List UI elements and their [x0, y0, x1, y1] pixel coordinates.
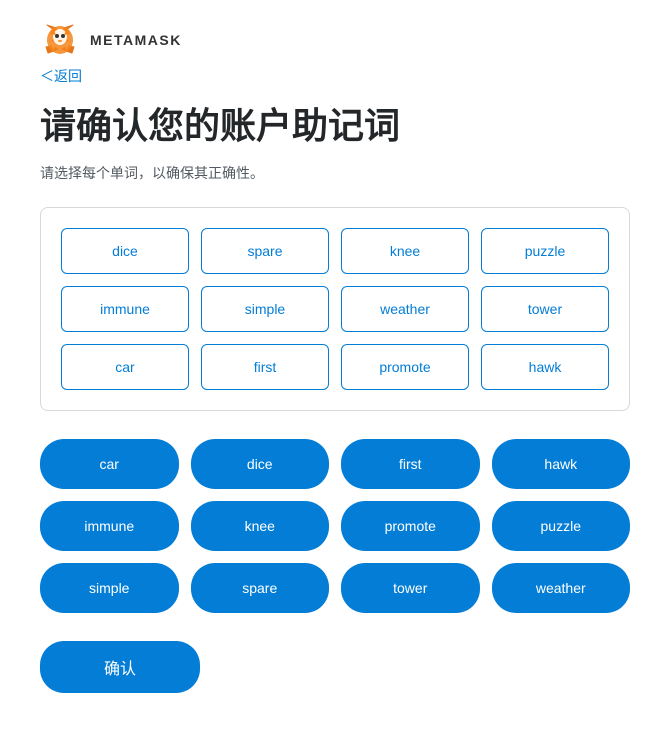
- selected-word-button[interactable]: spare: [191, 563, 330, 613]
- word-slot[interactable]: spare: [201, 228, 329, 274]
- back-link[interactable]: ＜返回: [40, 66, 82, 86]
- word-grid: dice spare knee puzzle immune simple weather to…: [61, 228, 609, 390]
- selected-word-button[interactable]: first: [341, 439, 480, 489]
- confirm-button[interactable]: 确认: [40, 641, 200, 693]
- header: METAMASK: [40, 20, 630, 60]
- word-slot[interactable]: promote: [341, 344, 469, 390]
- selected-word-button[interactable]: promote: [341, 501, 480, 551]
- selected-word-button[interactable]: immune: [40, 501, 179, 551]
- word-grid-container: dice spare knee puzzle immune simple weather to…: [40, 207, 630, 411]
- word-slot[interactable]: knee: [341, 228, 469, 274]
- page-title: 请确认您的账户助记词: [40, 104, 630, 147]
- selected-word-button[interactable]: dice: [191, 439, 330, 489]
- word-slot[interactable]: immune: [61, 286, 189, 332]
- subtitle: 请选择每个单词，以确保其正确性。: [40, 163, 630, 183]
- word-slot[interactable]: car: [61, 344, 189, 390]
- word-slot[interactable]: tower: [481, 286, 609, 332]
- metamask-logo: [40, 20, 80, 60]
- selected-words-section: cardicefirsthawk immunekneepromotepuzzle s…: [40, 439, 630, 613]
- word-slot[interactable]: hawk: [481, 344, 609, 390]
- selected-word-button[interactable]: simple: [40, 563, 179, 613]
- word-slot[interactable]: puzzle: [481, 228, 609, 274]
- word-slot[interactable]: simple: [201, 286, 329, 332]
- word-slot[interactable]: weather: [341, 286, 469, 332]
- word-slot[interactable]: first: [201, 344, 329, 390]
- selected-word-button[interactable]: car: [40, 439, 179, 489]
- brand-name: METAMASK: [90, 32, 182, 48]
- selected-word-button[interactable]: hawk: [492, 439, 631, 489]
- selected-word-button[interactable]: knee: [191, 501, 330, 551]
- selected-grid: cardicefirsthawk immunekneepromotepuzzle s…: [40, 439, 630, 613]
- selected-word-button[interactable]: weather: [492, 563, 631, 613]
- selected-word-button[interactable]: puzzle: [492, 501, 631, 551]
- selected-word-button[interactable]: tower: [341, 563, 480, 613]
- word-slot[interactable]: dice: [61, 228, 189, 274]
